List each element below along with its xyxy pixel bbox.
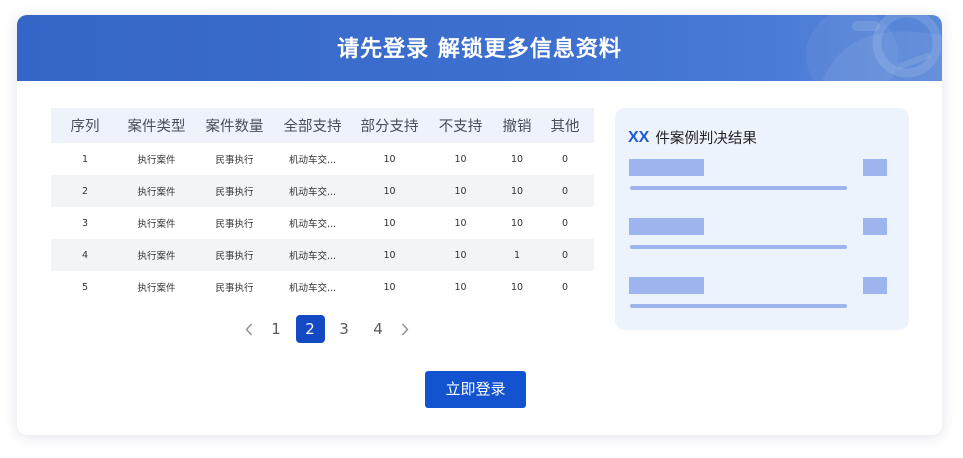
table-cell: 10	[454, 217, 467, 229]
table-cell: 10	[383, 217, 396, 229]
table-row: 5 执行案件 民事执行 机动车交... 10 10 10 0	[51, 271, 594, 303]
result-label-placeholder	[629, 159, 704, 176]
table-cell: 10	[454, 153, 467, 165]
table-cell: 10	[510, 153, 524, 165]
table-cell: 10	[383, 281, 396, 293]
table-cell: 机动车交...	[288, 283, 337, 294]
page-button-1[interactable]: 1	[262, 315, 291, 343]
pagination: 1 2 3 4	[239, 315, 415, 343]
table-cell: 4	[81, 249, 89, 261]
panel-title-prefix: XX	[628, 128, 650, 146]
table-cell: 10	[383, 185, 396, 197]
column-header-withdrawn: 撤销	[502, 119, 532, 135]
panel-title: XX 件案例判决结果	[628, 127, 757, 148]
table-cell: 0	[561, 281, 569, 293]
column-header-no-support: 不支持	[438, 119, 483, 135]
column-header-partial-support: 部分支持	[360, 119, 419, 135]
result-value-placeholder	[863, 218, 887, 235]
table-cell: 10	[383, 249, 396, 261]
table-cell: 10	[454, 281, 467, 293]
table-cell: 民事执行	[215, 283, 254, 294]
result-value-placeholder	[863, 277, 887, 294]
table-cell: 10	[510, 281, 524, 293]
table-cell: 10	[454, 185, 467, 197]
column-header-index: 序列	[70, 119, 100, 135]
table-cell: 机动车交...	[288, 219, 337, 230]
column-header-other: 其他	[550, 119, 580, 135]
table-cell: 民事执行	[215, 219, 254, 230]
login-button[interactable]: 立即登录	[425, 371, 526, 408]
result-value-placeholder	[863, 159, 887, 176]
table-header-row: 序列 案件类型 案件数量 全部支持 部分支持 不支持 撤销 其他	[51, 108, 594, 143]
chevron-right-icon	[401, 323, 409, 335]
table-row: 4 执行案件 民事执行 机动车交... 10 10 1 0	[51, 239, 594, 271]
result-label-placeholder	[629, 218, 704, 235]
page-button-3[interactable]: 3	[330, 315, 359, 343]
table-cell: 执行案件	[137, 251, 176, 262]
table-cell: 执行案件	[137, 283, 176, 294]
login-prompt-card: 请先登录 解锁更多信息资料 序列 案件类型 案件数量 全部支持 部分支持 不支持…	[17, 15, 942, 435]
result-progress-placeholder	[630, 245, 847, 249]
page-button-2[interactable]: 2	[295, 315, 325, 343]
table-row: 1 执行案件 民事执行 机动车交... 10 10 10 0	[51, 143, 594, 175]
table-cell: 10	[454, 249, 467, 261]
table-cell: 机动车交...	[288, 155, 337, 166]
case-table: 序列 案件类型 案件数量 全部支持 部分支持 不支持 撤销 其他 1 执行案件 …	[51, 108, 594, 303]
table-cell: 10	[383, 153, 396, 165]
table-cell: 机动车交...	[288, 251, 337, 262]
table-row: 2 执行案件 民事执行 机动车交... 10 10 10 0	[51, 175, 594, 207]
next-page-button[interactable]	[395, 315, 415, 343]
table-cell: 2	[81, 185, 89, 197]
result-progress-placeholder	[630, 186, 847, 190]
result-progress-placeholder	[630, 304, 847, 308]
table-cell: 民事执行	[215, 155, 254, 166]
table-cell: 3	[81, 217, 89, 229]
page-button-4[interactable]: 4	[364, 315, 393, 343]
table-cell: 民事执行	[215, 187, 254, 198]
column-header-case-count: 案件数量	[205, 119, 264, 135]
table-cell: 5	[81, 281, 89, 293]
table-cell: 1	[81, 153, 89, 165]
panel-title-text: 件案例判决结果	[655, 131, 757, 147]
case-result-panel: XX 件案例判决结果	[615, 108, 909, 330]
result-label-placeholder	[629, 277, 704, 294]
table-cell: 民事执行	[215, 251, 254, 262]
column-header-full-support: 全部支持	[283, 119, 342, 135]
prev-page-button[interactable]	[239, 315, 259, 343]
table-cell: 执行案件	[137, 219, 176, 230]
chevron-left-icon	[245, 323, 253, 335]
table-cell: 10	[510, 185, 524, 197]
header-title: 请先登录 解锁更多信息资料	[337, 37, 622, 62]
table-cell: 0	[561, 249, 569, 261]
table-cell: 0	[561, 217, 569, 229]
table-cell: 机动车交...	[288, 187, 337, 198]
header-banner: 请先登录 解锁更多信息资料	[17, 15, 942, 81]
table-cell: 0	[561, 185, 569, 197]
table-cell: 1	[513, 249, 521, 261]
table-row: 3 执行案件 民事执行 机动车交... 10 10 10 0	[51, 207, 594, 239]
table-cell: 执行案件	[137, 155, 176, 166]
table-cell: 0	[561, 153, 569, 165]
table-cell: 10	[510, 217, 524, 229]
table-cell: 执行案件	[137, 187, 176, 198]
column-header-case-type: 案件类型	[127, 119, 186, 135]
